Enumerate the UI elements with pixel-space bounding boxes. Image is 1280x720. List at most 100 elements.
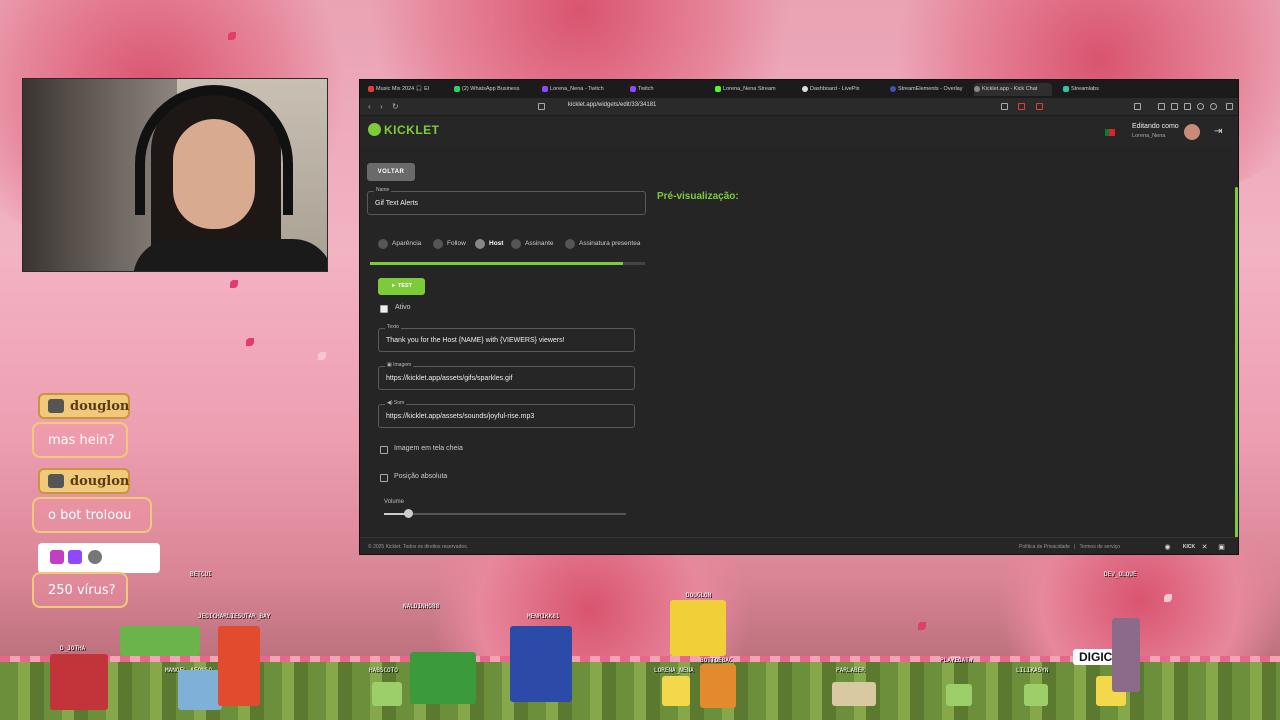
kick-icon: [715, 86, 721, 92]
tab-assinante[interactable]: Assinante: [511, 239, 554, 249]
x-icon[interactable]: ✕: [1200, 543, 1209, 552]
step-dot-icon: [511, 239, 521, 249]
tab-host[interactable]: Host: [475, 239, 503, 249]
url-field[interactable]: kicklet.app/widgets/edit/33/34181: [568, 102, 656, 108]
tab-label: (2) WhatsApp Business: [462, 86, 520, 92]
name-value: Gif Text Alerts: [375, 200, 419, 207]
absolute-position-checkbox[interactable]: [380, 474, 388, 482]
reload-icon[interactable]: ↻: [392, 102, 399, 112]
petal: [228, 32, 236, 40]
som-field[interactable]: ◀) Som https://kicklet.app/assets/sounds…: [378, 400, 635, 428]
panel-icon[interactable]: [1171, 103, 1178, 110]
webcam-body: [133, 239, 327, 271]
whatsapp-icon: [454, 86, 460, 92]
discord-icon[interactable]: ◉: [1163, 543, 1172, 552]
address-bar: ‹ › ↻ kicklet.app/widgets/edit/33/34181: [360, 98, 1238, 116]
viewer-sprite: [1112, 618, 1140, 692]
tab-label: StreamElements - Overlay: [898, 86, 963, 92]
sidebar-icon[interactable]: [1134, 103, 1141, 110]
youtube-icon: [368, 86, 374, 92]
settings-icon[interactable]: [1210, 103, 1217, 110]
chat-message-text: o bot troloou: [48, 508, 132, 523]
viewer-sprite: [832, 682, 876, 706]
volume-slider[interactable]: [384, 509, 626, 518]
twitch-icon: [542, 86, 548, 92]
privacy-link[interactable]: Política de Privacidade: [1019, 544, 1070, 550]
viewer-name: PLAYEOATW: [940, 657, 973, 664]
download-icon[interactable]: [1184, 103, 1191, 110]
logout-icon[interactable]: ⇥: [1214, 126, 1222, 137]
tab-aparencia[interactable]: Aparência: [378, 239, 421, 249]
viewer-name: BETCUI: [190, 571, 212, 578]
forward-arrow-icon[interactable]: ›: [380, 102, 383, 112]
viewer-sprite: [372, 682, 402, 706]
terms-link[interactable]: Termos de serviço: [1079, 544, 1120, 550]
streamlabs-icon: [1063, 86, 1069, 92]
extension-icon[interactable]: [1018, 103, 1025, 110]
step-label: Assinante: [525, 240, 554, 247]
tab-follow[interactable]: Follow: [433, 239, 466, 249]
fullscreen-checkbox[interactable]: [380, 446, 388, 454]
texto-label: Texto: [385, 324, 401, 330]
step-dot-icon: [378, 239, 388, 249]
twitch-icon: [630, 86, 636, 92]
imagem-field[interactable]: ▣ Imagem https://kicklet.app/assets/gifs…: [378, 362, 635, 390]
share-icon[interactable]: [1001, 103, 1008, 110]
viewer-sprite: [218, 626, 260, 706]
tab-label: Kicklet.app - Kick Chat: [982, 86, 1038, 92]
step-label: Aparência: [392, 240, 422, 247]
menu-icon[interactable]: [1226, 103, 1233, 110]
back-button[interactable]: VOLTAR: [367, 163, 415, 181]
browser-tab[interactable]: Music Mix 2024 🎧 El: [368, 83, 446, 96]
viewer-name: BOTTOEBAC: [700, 657, 733, 664]
browser-tab-active[interactable]: Kicklet.app - Kick Chat: [974, 83, 1052, 96]
kick-icon[interactable]: KICK: [1182, 543, 1196, 552]
page-scrollbar[interactable]: [1235, 187, 1238, 549]
bot-badge-icon: [88, 550, 102, 564]
petal: [246, 338, 254, 346]
texto-field[interactable]: Texto Thank you for the Host {NAME} with…: [378, 324, 635, 352]
browser-tab[interactable]: Lorena_Nena - Twitch: [542, 83, 620, 96]
viewer-sprite: [946, 684, 972, 706]
tab-label: Lorena_Nena - Twitch: [550, 86, 604, 92]
back-arrow-icon[interactable]: ‹: [368, 102, 371, 112]
som-label: ◀) Som: [385, 400, 407, 406]
chat-username-text: douglon: [70, 474, 130, 489]
editing-as-label: Editando como: [1132, 123, 1179, 130]
tab-assinatura-presenteada[interactable]: Assinatura presentea: [565, 239, 640, 249]
avatar[interactable]: [1184, 124, 1200, 140]
browser-tab[interactable]: Streamlabs: [1063, 83, 1141, 96]
footer: © 2025 Kicklet. Todos os direitos reserv…: [360, 537, 1238, 554]
viewer-sprite: [178, 670, 222, 710]
music-icon[interactable]: [1158, 103, 1165, 110]
webcam-feed: [22, 78, 328, 272]
browser-tab[interactable]: (2) WhatsApp Business: [454, 83, 532, 96]
footer-copyright: © 2025 Kicklet. Todos os direitos reserv…: [368, 544, 469, 550]
footer-separator: |: [1074, 544, 1076, 550]
som-label-text: Som: [393, 400, 405, 406]
bookmark-icon[interactable]: [538, 103, 545, 110]
petal: [1164, 594, 1172, 602]
browser-tab[interactable]: Lorena_Nena Stream: [715, 83, 793, 96]
viewer-name: LORENA_NENA: [654, 667, 694, 674]
profile-icon[interactable]: [1197, 103, 1204, 110]
browser-tab[interactable]: Twitch: [630, 83, 708, 96]
browser-tab[interactable]: StreamElements - Overlay: [890, 83, 968, 96]
kicklet-logo-icon: [368, 123, 381, 136]
portugal-flag-icon[interactable]: [1105, 129, 1115, 136]
kicklet-logo[interactable]: KICKLET: [368, 123, 440, 137]
viewer-name: JEDICHARLIESUTAR_BAY: [198, 613, 271, 620]
chat-message: 250 vírus?: [32, 572, 128, 608]
volume-knob[interactable]: [404, 509, 414, 518]
name-field[interactable]: Name Gif Text Alerts: [367, 187, 646, 215]
absolute-position-label: Posição absoluta: [394, 473, 448, 480]
editing-user: Lorena_Nena: [1132, 133, 1166, 139]
imagem-value: https://kicklet.app/assets/gifs/sparkles…: [386, 375, 513, 382]
github-icon[interactable]: ▣: [1217, 543, 1226, 552]
viewer-name: PARLABER: [836, 667, 865, 674]
extension-icon[interactable]: [1036, 103, 1043, 110]
test-button[interactable]: ► TEST: [378, 278, 425, 295]
browser-tab[interactable]: Dashboard - LivePix: [802, 83, 880, 96]
ativo-checkbox[interactable]: [380, 305, 388, 313]
step-label: Follow: [447, 240, 466, 247]
